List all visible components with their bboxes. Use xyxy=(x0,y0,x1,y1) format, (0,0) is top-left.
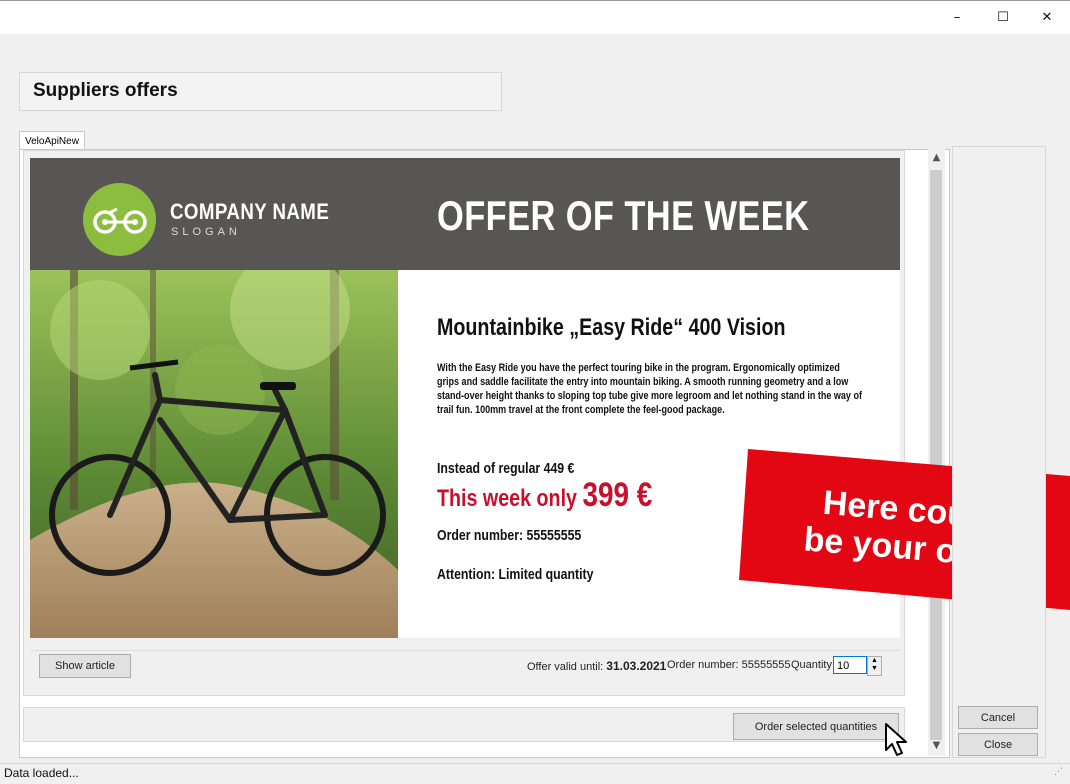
banner-title: OFFER OF THE WEEK xyxy=(437,192,810,239)
status-bar xyxy=(0,763,1070,784)
maximize-button[interactable]: ☐ xyxy=(980,0,1026,34)
show-article-button[interactable]: Show article xyxy=(39,654,131,678)
regular-price: Instead of regular 449 € xyxy=(437,460,575,477)
spin-up-icon[interactable]: ▲ xyxy=(868,657,881,665)
product-description: With the Easy Ride you have the perfect … xyxy=(437,362,862,416)
product-photo xyxy=(30,270,398,638)
company-slogan: SLOGAN xyxy=(171,226,241,238)
close-window-button[interactable]: ✕ xyxy=(1024,0,1070,34)
mouse-cursor-icon xyxy=(884,722,910,761)
week-only-label: This week only xyxy=(437,485,577,512)
valid-until-label: Offer valid until: xyxy=(527,661,604,673)
order-number-value: 55555555 xyxy=(741,659,791,671)
close-icon: ✕ xyxy=(1041,9,1053,25)
quantity-label: Quantity: xyxy=(791,659,836,671)
status-text: Data loaded... xyxy=(4,766,79,780)
page-title: Suppliers offers xyxy=(33,80,178,101)
offer-valid-info: Offer valid until: 31.03.2021 xyxy=(527,659,666,673)
spin-down-icon[interactable]: ▼ xyxy=(868,665,881,673)
side-panel xyxy=(952,146,1046,758)
cancel-button[interactable]: Cancel xyxy=(958,706,1038,729)
bike-photo-icon xyxy=(30,270,398,638)
week-price: This week only 399 € xyxy=(437,476,652,515)
product-title: Mountainbike „Easy Ride“ 400 Vision xyxy=(437,314,786,341)
resize-grip-icon[interactable]: ⋰ xyxy=(1054,767,1063,777)
order-number-label: Order number: xyxy=(667,659,739,671)
minimize-icon: – xyxy=(953,9,961,25)
maximize-icon: ☐ xyxy=(997,9,1009,25)
tab-veloapinew[interactable]: VeloApiNew xyxy=(19,131,85,151)
order-number-info: Order number: 55555555 xyxy=(667,659,791,671)
offer-order-number: Order number: 55555555 xyxy=(437,527,582,544)
minimize-button[interactable]: – xyxy=(934,0,980,34)
attention-note: Attention: Limited quantity xyxy=(437,566,594,583)
valid-until-value: 31.03.2021 xyxy=(606,659,667,673)
week-price-value: 399 € xyxy=(582,476,653,514)
order-selected-quantities-button[interactable]: Order selected quantities xyxy=(733,713,899,740)
scroll-up-icon[interactable]: ▲ xyxy=(928,149,945,166)
quantity-input[interactable]: 10 xyxy=(833,656,867,674)
close-button[interactable]: Close xyxy=(958,733,1038,756)
bike-logo-icon xyxy=(93,207,147,234)
company-logo xyxy=(83,183,156,256)
title-bar xyxy=(0,0,1070,35)
header-panel: Suppliers offers xyxy=(19,72,502,111)
quantity-spinner[interactable]: ▲ ▼ xyxy=(867,656,882,676)
company-name: COMPANY NAME xyxy=(170,199,330,224)
